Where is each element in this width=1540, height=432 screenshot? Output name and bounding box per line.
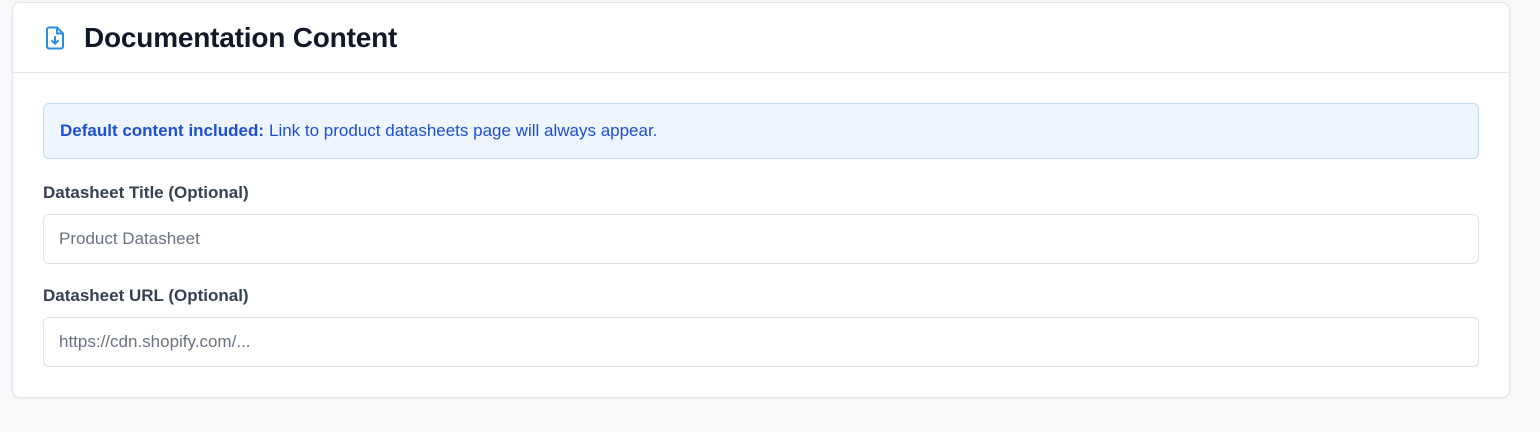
- card-title: Documentation Content: [84, 21, 398, 53]
- file-download-icon: [43, 26, 67, 50]
- datasheet-url-input[interactable]: [43, 317, 1479, 367]
- datasheet-title-label: Datasheet Title (Optional): [43, 183, 249, 202]
- info-banner: Default content included: Link to produc…: [43, 103, 1479, 159]
- datasheet-url-label: Datasheet URL (Optional): [43, 286, 249, 305]
- info-banner-label: Default content included:: [60, 121, 264, 140]
- documentation-content-card: Documentation Content Default content in…: [12, 2, 1510, 398]
- info-banner-message: Link to product datasheets page will alw…: [269, 121, 658, 140]
- card-header: Documentation Content: [13, 3, 1509, 73]
- card-body: Default content included: Link to produc…: [13, 73, 1509, 367]
- datasheet-title-input[interactable]: [43, 214, 1479, 264]
